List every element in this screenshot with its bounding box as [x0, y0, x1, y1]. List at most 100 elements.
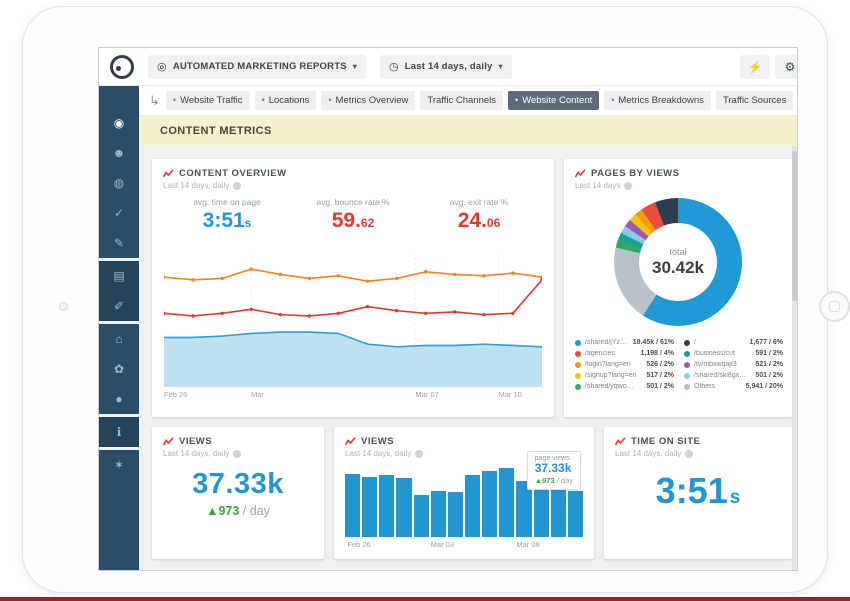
- bar[interactable]: [396, 478, 411, 537]
- scrollbar[interactable]: [792, 146, 797, 570]
- bar[interactable]: [431, 491, 446, 537]
- bar[interactable]: [362, 477, 377, 537]
- card-title: VIEWS: [179, 436, 212, 447]
- help-icon[interactable]: [233, 450, 241, 458]
- brush-icon: ✐: [114, 299, 124, 313]
- sidebar-item-user[interactable]: ●: [99, 384, 139, 414]
- legend-value: 591 / 2%: [755, 350, 783, 357]
- legend-dot-icon: [684, 373, 690, 379]
- bar[interactable]: [345, 474, 360, 537]
- help-icon[interactable]: [415, 450, 423, 458]
- tab-metrics-overview[interactable]: •Metrics Overview: [321, 91, 415, 110]
- bar[interactable]: [482, 471, 497, 537]
- legend-label: /shared/yqwo…: [585, 383, 634, 390]
- legend-label: Others: [694, 383, 715, 390]
- metric-value: 59.62: [290, 209, 416, 233]
- tab-website-traffic[interactable]: •Website Traffic: [166, 91, 250, 110]
- delta-suffix: / day: [555, 476, 573, 485]
- tab-bullet-icon: •: [262, 96, 265, 105]
- metrics-row: avg. time on page3:51savg. bounce rate %…: [164, 197, 542, 233]
- card-subtitle: Last 14 days, daily: [163, 181, 229, 190]
- logo-dot-icon: [116, 66, 121, 71]
- legend-dot-icon: [684, 362, 690, 368]
- sidebar-item-clipboard[interactable]: ▤: [99, 261, 139, 291]
- sidebar-group: ⌂ ✿ ●: [99, 324, 139, 414]
- mini-chart-icon: [345, 437, 356, 446]
- tab-traffic-sources[interactable]: Traffic Sources: [716, 91, 793, 110]
- chevron-down-icon: ▾: [353, 62, 357, 71]
- metric-value: 24.06: [416, 209, 542, 233]
- scrollbar-thumb[interactable]: [792, 151, 797, 301]
- metric-avg-bounce-rate: avg. bounce rate % 59.62: [290, 197, 416, 233]
- content-metrics-banner: CONTENT METRICS: [139, 115, 797, 146]
- legend-row: / 1,677 / 6%: [684, 339, 783, 346]
- clipboard-icon: ▤: [113, 269, 124, 283]
- tab-website-content[interactable]: •Website Content: [508, 91, 599, 110]
- views-value: 37.33k: [152, 468, 324, 501]
- mini-chart-icon: [615, 437, 626, 446]
- bar[interactable]: [379, 475, 394, 537]
- bar[interactable]: [414, 495, 429, 537]
- legend-dot-icon: [575, 362, 581, 368]
- tab-label: Metrics Breakdowns: [618, 95, 704, 106]
- help-icon[interactable]: [624, 182, 632, 190]
- legend-row: /shared/jYz…18.45k / 61%: [575, 339, 674, 346]
- legend-label: /shared/jYz…: [585, 339, 627, 346]
- sidebar-group: ✶: [99, 450, 139, 570]
- bug-icon: ✶: [114, 458, 124, 472]
- bar[interactable]: [499, 468, 514, 537]
- help-icon[interactable]: [233, 182, 241, 190]
- bank-icon: ⌂: [115, 332, 122, 346]
- card-title: CONTENT OVERVIEW: [179, 168, 287, 179]
- legend-value: 1,198 / 4%: [641, 350, 674, 357]
- tab-label: Locations: [269, 95, 310, 106]
- sidebar-item-monitor[interactable]: ◉: [99, 108, 139, 138]
- chart-tooltip: page views 37.33k ▲973 / day: [527, 451, 581, 490]
- bar[interactable]: [568, 491, 583, 537]
- tab-traffic-channels[interactable]: Traffic Channels: [420, 91, 503, 110]
- banner-title: CONTENT METRICS: [160, 125, 272, 137]
- bar[interactable]: [448, 492, 463, 537]
- legend-label: /login?lang=en: [585, 361, 631, 368]
- time-on-site-value: 3:51s: [604, 470, 792, 512]
- sidebar-item-bug[interactable]: ✶: [99, 450, 139, 480]
- legend-label: /: [694, 339, 696, 346]
- views-delta: ▲973 / day: [152, 504, 324, 518]
- page: ◎ AUTOMATED MARKETING REPORTS ▾ ◷ Last 1…: [0, 0, 850, 601]
- palette-icon: ✿: [114, 362, 124, 376]
- help-icon[interactable]: [685, 450, 693, 458]
- home-button[interactable]: [819, 291, 850, 322]
- legend-label: /tv/mbxwqajt3: [694, 361, 737, 368]
- legend-column-right: /1,677 / 6%/business/cut591 / 2%/tv/mbxw…: [684, 339, 783, 390]
- x-axis-label: Feb 26: [347, 540, 370, 549]
- settings-button[interactable]: ⚙: [775, 55, 798, 79]
- metric-label: avg. bounce rate %: [290, 197, 416, 207]
- legend-label: /agencies: [585, 350, 615, 357]
- clock-icon: ◷: [389, 60, 399, 73]
- mini-chart-icon: [163, 169, 174, 178]
- settings-icon: ⚙: [785, 60, 796, 74]
- user-icon: ●: [115, 392, 122, 406]
- tab-label: Website Traffic: [180, 95, 242, 106]
- time-unit: s: [730, 487, 741, 508]
- date-range-dropdown[interactable]: ◷ Last 14 days, daily ▾: [380, 55, 512, 79]
- sidebar-item-globe[interactable]: ◍: [99, 168, 139, 198]
- tooltip-delta: ▲973 / day: [535, 476, 573, 485]
- sidebar-item-users[interactable]: ☻: [99, 138, 139, 168]
- sidebar-item-info[interactable]: ℹ: [99, 417, 139, 447]
- sidebar-item-check[interactable]: ✓: [99, 198, 139, 228]
- time-on-site-card: TIME ON SITE Last 14 days, daily 3:51s: [604, 427, 792, 559]
- sidebar-item-palette[interactable]: ✿: [99, 354, 139, 384]
- tablet-frame: ◎ AUTOMATED MARKETING REPORTS ▾ ◷ Last 1…: [22, 6, 828, 593]
- sidebar-item-bank[interactable]: ⌂: [99, 324, 139, 354]
- sidebar-item-brush[interactable]: ✐: [99, 291, 139, 321]
- tab-metrics-breakdowns[interactable]: •Metrics Breakdowns: [604, 91, 711, 110]
- sidebar-item-pencil[interactable]: ✎: [99, 228, 139, 258]
- flash-button[interactable]: ⚡: [740, 55, 770, 79]
- sidebar-group: ▤✐: [99, 261, 139, 321]
- bar[interactable]: [465, 475, 480, 537]
- report-dropdown[interactable]: ◎ AUTOMATED MARKETING REPORTS ▾: [148, 55, 366, 79]
- tab-locations[interactable]: • Locations: [255, 91, 317, 110]
- metric-label: avg. exit rate %: [416, 197, 542, 207]
- legend-value: 1,677 / 6%: [750, 339, 783, 346]
